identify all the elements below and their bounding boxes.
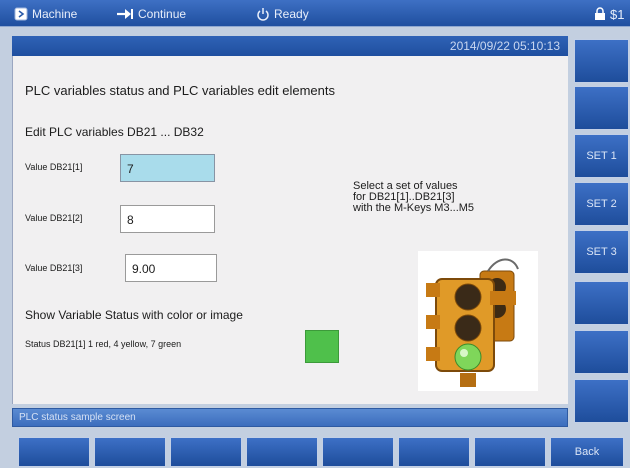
ready-label: Ready: [274, 7, 309, 21]
vertical-softkey-7[interactable]: [574, 330, 629, 374]
instruction-text: Select a set of values for DB21[1]..DB21…: [353, 181, 474, 214]
vertical-softkey-set3[interactable]: SET 3: [574, 230, 629, 274]
instruction-line-3: with the M-Keys M3...M5: [353, 202, 475, 214]
lock-icon: [595, 7, 605, 20]
continue-arrow-icon: [117, 9, 133, 19]
ready-status: Ready: [256, 5, 309, 23]
horizontal-softkey-4[interactable]: [246, 437, 318, 467]
section-title: Edit PLC variables DB21 ... DB32: [25, 125, 204, 139]
vertical-softkey-set1[interactable]: SET 1: [574, 134, 629, 178]
horizontal-softkey-6[interactable]: [398, 437, 470, 467]
vertical-softkey-6[interactable]: [574, 281, 629, 325]
db21-3-input[interactable]: 9.00: [125, 254, 217, 282]
status-bar: PLC status sample screen: [12, 408, 568, 427]
status-bar-text: PLC status sample screen: [19, 412, 136, 423]
continue-label: Continue: [138, 7, 187, 21]
horizontal-softkey-2[interactable]: [94, 437, 166, 467]
horizontal-softkey-3[interactable]: [170, 437, 242, 467]
back-button[interactable]: Back: [550, 437, 624, 467]
horizontal-softkey-1[interactable]: [18, 437, 90, 467]
horizontal-softkey-5[interactable]: [322, 437, 394, 467]
vertical-softkey-set2[interactable]: SET 2: [574, 182, 629, 226]
db21-2-input[interactable]: 8: [120, 205, 215, 233]
status-section-title: Show Variable Status with color or image: [25, 308, 243, 322]
horizontal-softkey-7[interactable]: [474, 437, 546, 467]
status-description: Status DB21[1] 1 red, 4 yellow, 7 green: [25, 339, 182, 349]
continue-tab[interactable]: Continue: [116, 5, 186, 23]
header-bar: 2014/09/22 05:10:13: [12, 36, 568, 56]
machine-icon: [14, 7, 28, 21]
vertical-softkey-8[interactable]: [574, 379, 629, 423]
vertical-softkey-2[interactable]: [574, 86, 629, 130]
title-bar: Machine Continue Ready $1: [0, 0, 630, 27]
power-icon: [257, 8, 269, 21]
field-label-db21-3: Value DB21[3]: [25, 263, 83, 273]
field-label-db21-2: Value DB21[2]: [25, 213, 83, 223]
channel-indicator: $1: [594, 5, 624, 23]
field-label-db21-1: Value DB21[1]: [25, 162, 83, 172]
page-title: PLC variables status and PLC variables e…: [25, 83, 335, 98]
db21-1-input[interactable]: 7: [120, 154, 215, 182]
date-time: 2014/09/22 05:10:13: [449, 39, 560, 53]
vertical-softkey-1[interactable]: [574, 39, 629, 83]
status-indicator: [305, 330, 339, 363]
channel-label: $1: [610, 6, 625, 22]
machine-tab[interactable]: Machine: [14, 5, 77, 23]
traffic-light-image: [418, 251, 538, 391]
content-panel: PLC variables status and PLC variables e…: [12, 56, 568, 404]
machine-label: Machine: [32, 7, 78, 21]
